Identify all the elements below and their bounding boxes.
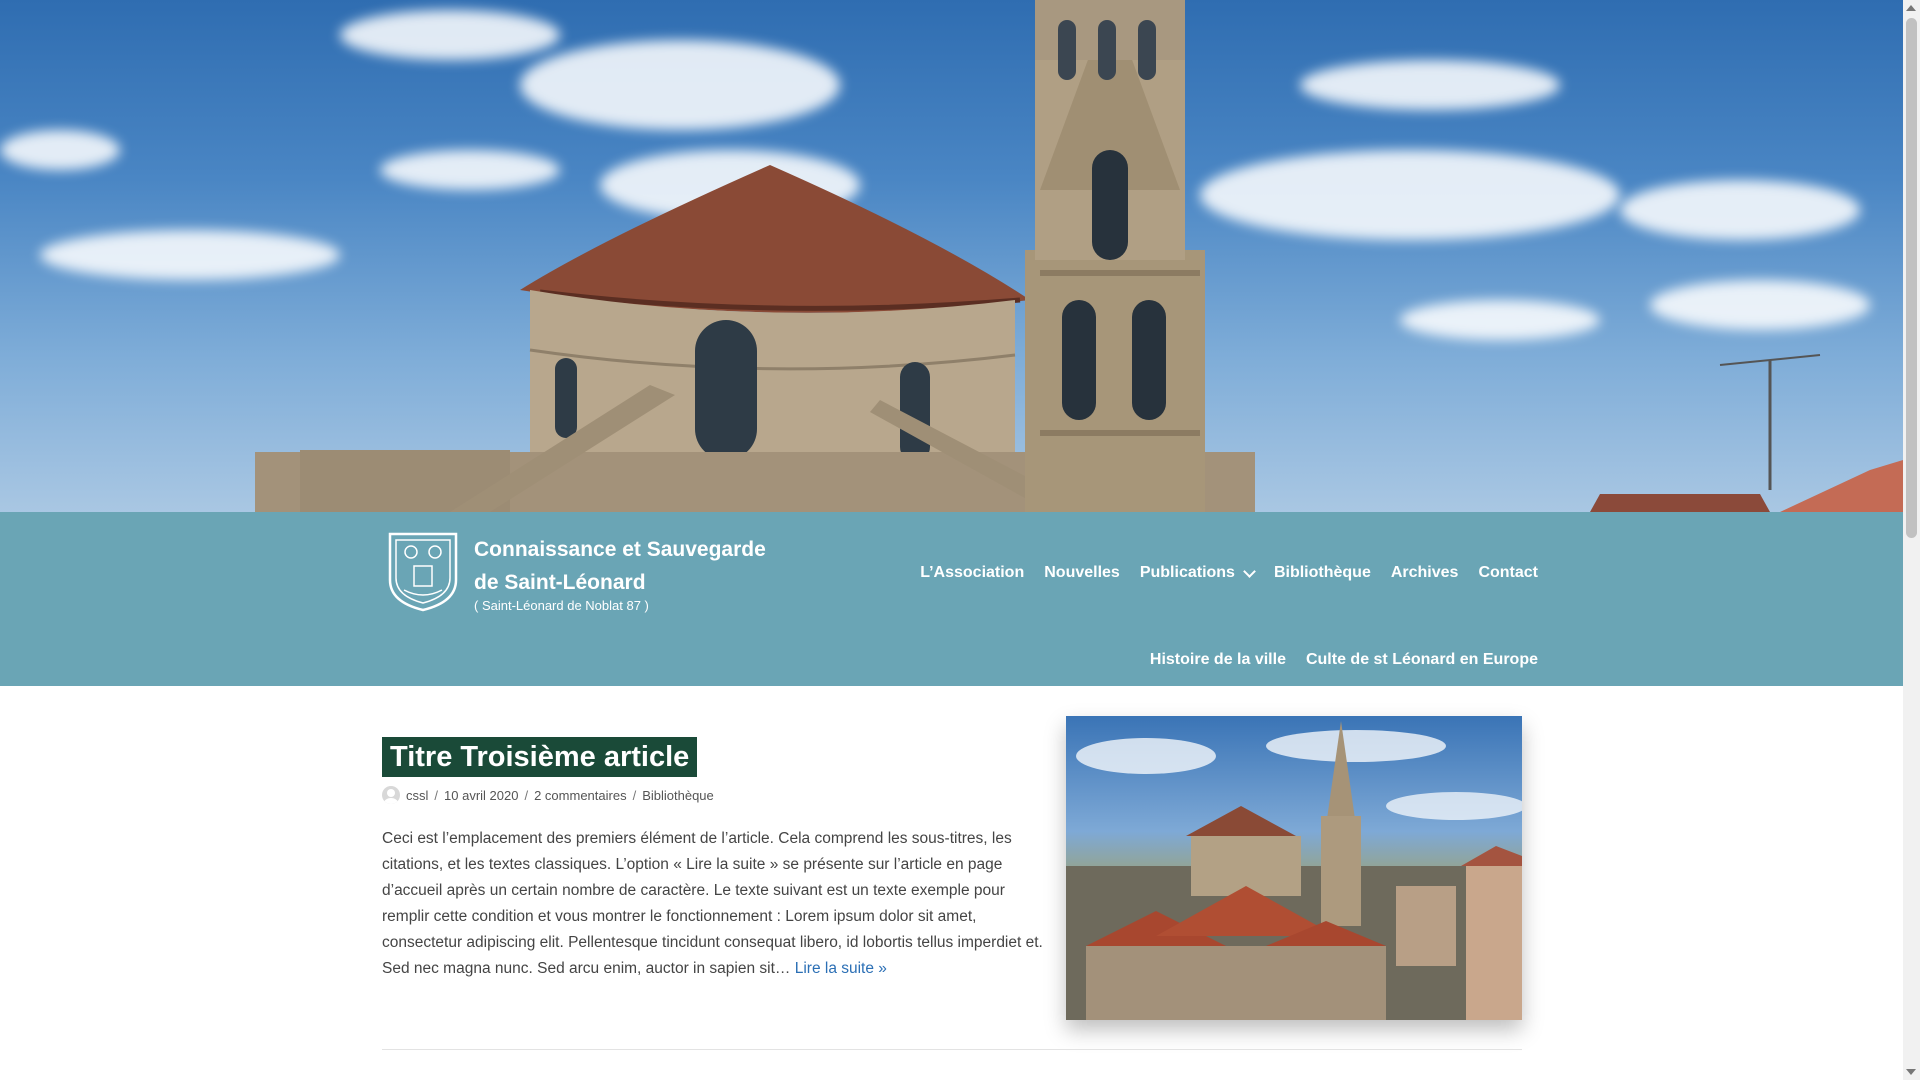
site-title-line2: de Saint-Léonard	[474, 571, 646, 594]
article-title[interactable]: Titre Troisième article	[382, 737, 698, 777]
nav-item-publications-label: Publications	[1139, 564, 1235, 581]
nav-item-culte[interactable]: Culte de st Léonard en Europe	[1306, 651, 1538, 669]
site-title[interactable]: Connaissance et Sauvegarde de Saint-Léon…	[474, 533, 774, 599]
site-title-line1: Connaissance et Sauvegarde	[474, 538, 766, 561]
hero-banner-image	[0, 0, 1903, 512]
shield-logo-icon[interactable]	[386, 530, 460, 612]
read-more-link[interactable]: Lire la suite »	[795, 960, 887, 977]
article-excerpt-text: Ceci est l’emplacement des premiers élém…	[382, 830, 1043, 977]
primary-nav: L’Association Nouvelles Publications Bib…	[920, 564, 1538, 582]
meta-separator: /	[632, 787, 637, 803]
nav-item-nouvelles[interactable]: Nouvelles	[1044, 564, 1120, 582]
site-tagline: ( Saint-Léonard de Noblat 87 )	[474, 598, 649, 613]
article-author[interactable]: cssl	[406, 788, 428, 803]
article-comments[interactable]: 2 commentaires	[534, 788, 626, 803]
article-date[interactable]: 10 avril 2020	[444, 788, 518, 803]
secondary-nav: Histoire de la ville Culte de st Léonard…	[1150, 651, 1538, 669]
site-header	[0, 512, 1903, 686]
article-meta: cssl / 10 avril 2020 / 2 commentaires / …	[382, 786, 714, 804]
user-avatar-icon	[382, 786, 400, 804]
meta-separator: /	[434, 787, 439, 803]
nav-item-publications[interactable]: Publications	[1139, 564, 1256, 582]
nav-item-association[interactable]: L’Association	[920, 564, 1024, 582]
article-divider	[382, 1049, 1522, 1050]
nav-item-archives[interactable]: Archives	[1391, 564, 1459, 582]
scroll-down-arrow-icon[interactable]	[1906, 1069, 1916, 1075]
chevron-down-icon[interactable]	[1243, 564, 1256, 578]
page-scrollbar[interactable]	[1903, 0, 1920, 1080]
article-thumbnail[interactable]	[1066, 716, 1522, 1020]
article-category[interactable]: Bibliothèque	[642, 788, 714, 803]
article-excerpt: Ceci est l’emplacement des premiers élém…	[382, 826, 1047, 982]
nav-item-contact[interactable]: Contact	[1478, 564, 1538, 582]
scroll-up-arrow-icon[interactable]	[1906, 5, 1916, 11]
nav-item-histoire[interactable]: Histoire de la ville	[1150, 651, 1286, 669]
meta-separator: /	[524, 787, 529, 803]
scrollbar-thumb[interactable]	[1906, 18, 1917, 538]
nav-item-bibliotheque[interactable]: Bibliothèque	[1274, 564, 1371, 582]
